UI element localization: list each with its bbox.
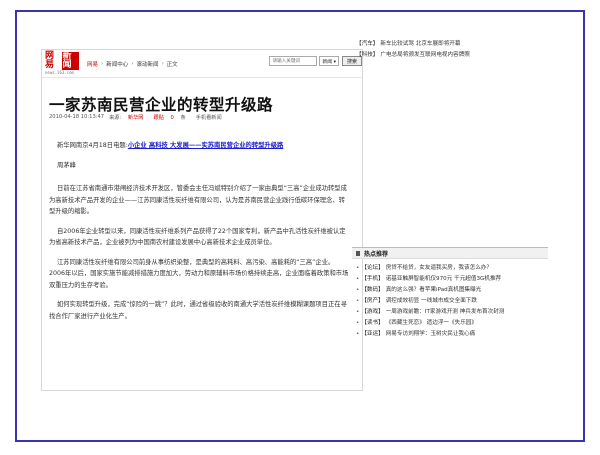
article-datetime: 2010-04-18 10:13:47 <box>49 114 105 120</box>
news-link[interactable]: 新车比较试驾 北京车展即将开幕 <box>380 39 460 50</box>
list-item[interactable]: 【读书】 《西藏生死恋》 遗边浮一《失乐园》 <box>356 318 548 329</box>
breadcrumb-separator: › <box>101 60 104 67</box>
news-link[interactable]: 《西藏生死恋》 遗边浮一《失乐园》 <box>386 318 477 329</box>
breadcrumb-separator: › <box>161 60 164 67</box>
paragraph: 日前在江苏省南通市港闸经济技术开发区，管委会主任冯斌特别介绍了一家由典型“三高”… <box>49 185 347 215</box>
news-tag: 【手机】 <box>356 274 383 285</box>
breadcrumb-news-center[interactable]: 新闻中心 <box>106 60 128 68</box>
news-link[interactable]: 诺基亚触屏智能机仅970元 千元超值3G机推荐 <box>386 274 501 285</box>
article-body: 新华网南京4月18日电题:小企业 高科技 大发展——实苏南民营企业的转型升级路 … <box>49 140 349 330</box>
list-item[interactable]: 【手机】 诺基亚触屏智能机仅970元 千元超值3G机推荐 <box>356 274 548 285</box>
source-link[interactable]: 新华网 <box>128 115 144 121</box>
news-tag: 【亚运】 <box>356 329 383 340</box>
news-tag: 【读书】 <box>356 318 383 329</box>
site-logo[interactable]: 网易 新闻 news.163.com <box>45 51 79 75</box>
breadcrumb-home[interactable]: 网易 <box>87 60 98 68</box>
comments-count[interactable]: 0 <box>171 115 174 121</box>
list-item[interactable]: 【科技】 广电总局将颁发互联网电视内容牌照 <box>356 50 552 61</box>
lead-link[interactable]: 小企业 高科技 大发展——实苏南民营企业的转型升级路 <box>128 142 284 149</box>
article-title: 一家苏南民营企业的转型升级路 <box>49 95 274 114</box>
breadcrumb-current: 正文 <box>166 61 178 68</box>
mobile-news-link[interactable]: 手机看新闻 <box>196 114 222 121</box>
logo-wangyi: 网易 <box>45 51 55 70</box>
breadcrumb-rolling-news[interactable]: 滚动新闻 <box>136 60 158 68</box>
breadcrumb-separator: › <box>131 60 134 67</box>
news-tag: 【数码】 <box>356 285 383 296</box>
sidebar: 【汽车】 新车比较试驾 北京车展即将开幕 【科技】 广电总局将颁发互联网电视内容… <box>352 39 557 391</box>
list-item[interactable]: 【房产】 调控成效初显 一线城市成交全面下跌 <box>356 296 548 307</box>
list-item[interactable]: 【数码】 真的这么强？看苹果iPad真机图集曝光 <box>356 285 548 296</box>
list-item[interactable]: 【亚运】 网易专访刘翔学：玉树灾民让我心痛 <box>356 329 548 340</box>
lead-paragraph: 新华网南京4月18日电题:小企业 高科技 大发展——实苏南民营企业的转型升级路 <box>49 140 349 152</box>
news-tag: 【房产】 <box>356 296 383 307</box>
news-link[interactable]: 真的这么强？看苹果iPad真机图集曝光 <box>386 285 482 296</box>
search-input[interactable] <box>269 56 318 66</box>
logo-xinwen: 新闻 <box>61 52 79 70</box>
news-tag: 【论坛】 <box>356 263 383 274</box>
article-meta: 2010-04-18 10:13:47 来源: 新华网 跟贴 0 条 手机看新闻 <box>49 114 227 121</box>
list-item[interactable]: 【汽车】 新车比较试驾 北京车展即将开幕 <box>356 39 552 50</box>
list-item[interactable]: 【游戏】 一周游戏前瞻：IT家游戏开测 神兵发布首次封测 <box>356 307 548 318</box>
news-link[interactable]: 广电总局将颁发互联网电视内容牌照 <box>380 50 470 61</box>
breadcrumb: 网易 › 新闻中心 › 滚动新闻 › 正文 <box>87 60 178 68</box>
search-scope-select[interactable]: 新闻 ▾ <box>319 56 339 66</box>
paragraph: 如何实现转型升级，完成“惊险的一跳”？此时，通过省级验收的南通大学活性炭纤维模糊… <box>49 301 347 320</box>
hot-recommend: 热点推荐 【论坛】 房贷不给贷，女友逼我买房，我该怎么办？ 【手机】 诺基亚触屏… <box>352 247 548 340</box>
news-tag: 【游戏】 <box>356 307 383 318</box>
paragraph: 江苏同康活性炭纤维有限公司前身从事纺织染整，是典型的高耗料、高污染、高能耗的“三… <box>49 258 349 289</box>
news-link[interactable]: 调控成效初显 一线城市成交全面下跌 <box>386 296 477 307</box>
hot-recommend-title: 热点推荐 <box>352 247 548 259</box>
paragraph: 自2006年企业转型以来，同康活性炭纤维系列产品获得了22个国家专利，新产品中孔… <box>49 227 346 247</box>
news-link[interactable]: 网易专访刘翔学：玉树灾民让我心痛 <box>386 329 476 340</box>
comments-suffix: 条 <box>180 115 186 121</box>
article-panel: 网易 新闻 news.163.com 网易 › 新闻中心 › 滚动新闻 › 正文… <box>41 49 363 391</box>
source-label: 来源: <box>109 115 122 121</box>
news-tag: 【科技】 <box>356 52 379 58</box>
news-link[interactable]: 房贷不给贷，女友逼我买房，我该怎么办？ <box>386 263 492 274</box>
news-tag: 【汽车】 <box>356 41 379 47</box>
search-bar: 新闻 ▾ 搜索 <box>269 56 362 66</box>
top-news-list: 【汽车】 新车比较试驾 北京车展即将开幕 【科技】 广电总局将颁发互联网电视内容… <box>356 39 552 61</box>
logo-url: news.163.com <box>45 70 74 75</box>
hot-list: 【论坛】 房贷不给贷，女友逼我买房，我该怎么办？ 【手机】 诺基亚触屏智能机仅9… <box>352 263 548 340</box>
browser-frame: 网易 新闻 news.163.com 网易 › 新闻中心 › 滚动新闻 › 正文… <box>15 10 585 442</box>
lead-prefix: 新华网南京4月18日电题: <box>57 142 128 149</box>
article-author: 周茅峰 <box>57 161 76 169</box>
news-link[interactable]: 一周游戏前瞻：IT家游戏开测 神兵发布首次封测 <box>386 307 505 318</box>
list-item[interactable]: 【论坛】 房贷不给贷，女友逼我买房，我该怎么办？ <box>356 263 548 274</box>
top-bar: 网易 新闻 news.163.com 网易 › 新闻中心 › 滚动新闻 › 正文… <box>42 50 362 78</box>
comments-label[interactable]: 跟贴 <box>153 115 163 121</box>
